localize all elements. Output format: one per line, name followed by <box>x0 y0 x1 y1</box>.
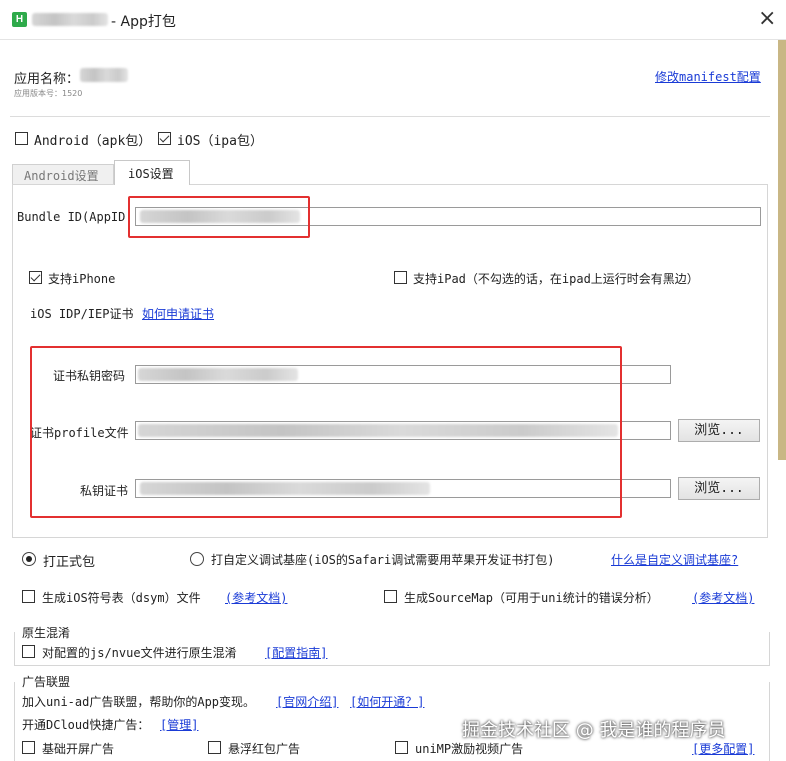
dcloud-ads-text: 开通DCloud快捷广告： <box>22 718 150 732</box>
ads-intro-text: 加入uni-ad广告联盟，帮助你的App变现。 <box>22 695 256 709</box>
tab-ios-settings[interactable]: iOS设置 <box>114 160 190 185</box>
android-checkbox-label: Android（apk包） <box>34 134 152 149</box>
what-is-custom-base-link[interactable]: 什么是自定义调试基座? <box>611 551 738 568</box>
dsym-label: 生成iOS符号表（dsym）文件 <box>42 591 201 605</box>
obfuscation-group-title: 原生混淆 <box>22 624 75 641</box>
cert-label: iOS IDP/IEP证书 <box>30 307 134 321</box>
support-ipad-label: 支持iPad（不勾选的话，在ipad上运行时会有黑边） <box>413 272 699 286</box>
dsym-docs-link[interactable]: (参考文档) <box>225 589 287 606</box>
browse-private-key-button[interactable]: 浏览... <box>678 477 760 500</box>
annotation-cert-box <box>30 346 622 518</box>
close-icon[interactable]: × <box>758 6 776 31</box>
support-iphone-label: 支持iPhone <box>48 272 116 286</box>
sourcemap-label: 生成SourceMap（可用于uni统计的错误分析） <box>404 591 659 605</box>
app-logo-icon: H <box>12 12 27 27</box>
splash-ad-label: 基础开屏广告 <box>42 742 115 756</box>
redpack-ad-checkbox[interactable] <box>208 741 221 754</box>
dcloud-ads-manage-link[interactable]: [管理] <box>160 716 198 733</box>
tab-android-settings[interactable]: Android设置 <box>12 164 114 184</box>
tab-ios-label: iOS设置 <box>128 167 174 181</box>
ads-how-to-open-link[interactable]: [如何开通？] <box>350 693 424 710</box>
how-to-apply-cert-link[interactable]: 如何申请证书 <box>142 305 214 322</box>
modify-manifest-link[interactable]: 修改manifest配置 <box>655 68 761 85</box>
support-ipad-checkbox[interactable] <box>394 271 407 284</box>
ads-official-intro-link[interactable]: [官网介绍] <box>276 693 338 710</box>
tab-android-label: Android设置 <box>24 169 99 183</box>
sourcemap-docs-link[interactable]: (参考文档) <box>692 589 754 606</box>
obfuscation-checkbox[interactable] <box>22 645 35 658</box>
ios-checkbox[interactable] <box>158 132 171 145</box>
obfuscation-checkbox-label: 对配置的js/nvue文件进行原生混淆 <box>42 646 237 660</box>
redpack-ad-label: 悬浮红包广告 <box>228 742 301 756</box>
watermark: 掘金技术社区 @ 我是谁的程序员 <box>462 720 726 741</box>
formal-package-radio[interactable] <box>22 552 36 566</box>
obfuscation-guide-link[interactable]: [配置指南] <box>265 644 327 661</box>
ios-checkbox-label: iOS（ipa包） <box>177 134 263 149</box>
app-version: 应用版本号：1520 <box>14 89 83 98</box>
custom-base-radio[interactable] <box>190 552 204 566</box>
android-checkbox[interactable] <box>15 132 28 145</box>
bundle-id-label: Bundle ID(AppID <box>17 210 126 224</box>
video-ad-checkbox[interactable] <box>395 741 408 754</box>
sourcemap-checkbox[interactable] <box>384 590 397 603</box>
window-title: - App打包 <box>111 14 176 30</box>
ads-group-title: 广告联盟 <box>22 673 75 690</box>
app-name-label: 应用名称： <box>14 72 80 87</box>
more-config-link[interactable]: [更多配置] <box>692 740 754 757</box>
video-ad-label: uniMP激励视频广告 <box>415 742 524 756</box>
app-name-redacted <box>80 68 128 82</box>
annotation-bundle-box <box>128 196 310 238</box>
dsym-checkbox[interactable] <box>22 590 35 603</box>
formal-package-label: 打正式包 <box>43 555 96 570</box>
support-iphone-checkbox[interactable] <box>29 271 42 284</box>
browse-profile-button[interactable]: 浏览... <box>678 419 760 442</box>
title-bar: H - App打包 × <box>0 0 786 40</box>
title-redacted <box>32 13 108 26</box>
splash-ad-checkbox[interactable] <box>22 741 35 754</box>
custom-base-label: 打自定义调试基座(iOS的Safari调试需要用苹果开发证书打包) <box>211 553 555 567</box>
divider <box>10 116 770 117</box>
right-scroll-edge <box>778 40 786 460</box>
